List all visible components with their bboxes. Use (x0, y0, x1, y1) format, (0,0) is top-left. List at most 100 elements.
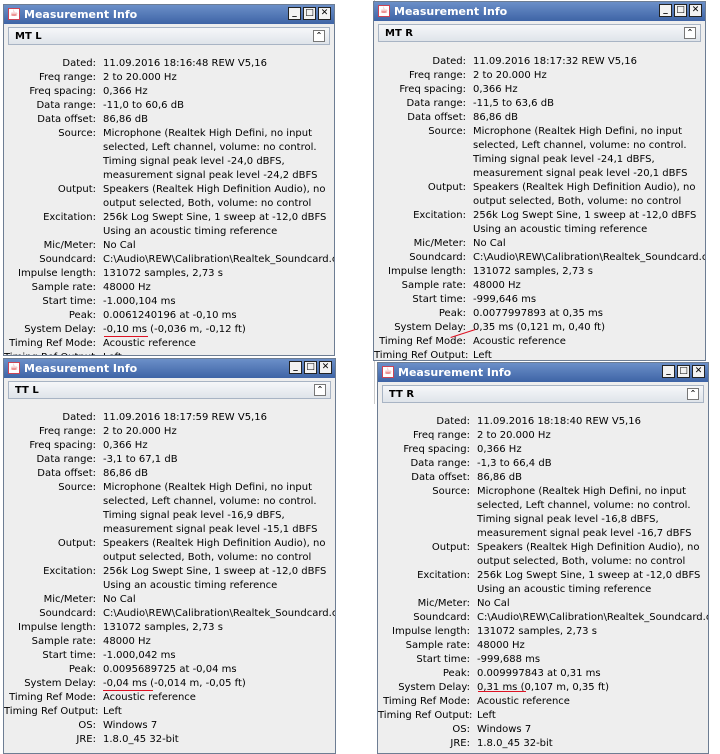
info-label: Peak: (442, 668, 470, 679)
info-row: Freq range: 2 to 20.000 Hz (4, 71, 334, 85)
title-bar[interactable]: ☕ Measurement Info _ □ ✕ (378, 363, 708, 382)
info-row: Impulse length: 131072 samples, 2,73 s (4, 621, 335, 635)
info-value: -11,5 to 63,6 dB (473, 98, 554, 109)
info-value: 256k Log Swept Sine, 1 sweep at -12,0 dB… (103, 566, 327, 591)
info-row: Timing Ref Mode: Acoustic reference (374, 335, 705, 349)
info-label: Output: (57, 538, 96, 549)
info-label: Peak: (68, 310, 96, 321)
info-value: 2 to 20.000 Hz (477, 430, 551, 441)
info-value: 0,31 ms (0,107 m, 0,35 ft) (477, 682, 609, 693)
info-row: Freq spacing: 0,366 Hz (4, 85, 334, 99)
maximize-button[interactable]: □ (677, 365, 690, 378)
info-row: Output: Speakers (Realtek High Definition… (4, 537, 335, 565)
info-value: -11,0 to 60,6 dB (103, 100, 184, 111)
minimize-button[interactable]: _ (662, 365, 675, 378)
info-label: System Delay: (398, 682, 470, 693)
info-value: 0,366 Hz (103, 440, 148, 451)
info-value: 256k Log Swept Sine, 1 sweep at -12,0 dB… (473, 210, 697, 235)
info-row: Impulse length: 131072 samples, 2,73 s (374, 265, 705, 279)
info-value: No Cal (477, 598, 510, 609)
minimize-button[interactable]: _ (659, 4, 672, 17)
info-value: -1.000,042 ms (103, 650, 176, 661)
info-label: Timing Ref Mode: (9, 338, 96, 349)
info-value: 86,86 dB (473, 112, 519, 123)
collapse-icon[interactable]: ⌃ (313, 30, 325, 42)
measurement-name: TT L (15, 385, 39, 396)
info-value: 86,86 dB (477, 472, 523, 483)
info-value: 48000 Hz (103, 636, 151, 647)
info-row: Timing Ref Mode: Acoustic reference (378, 695, 708, 709)
close-button[interactable]: ✕ (692, 365, 705, 378)
info-row: Soundcard: C:\Audio\REW\Calibration\Realt… (378, 611, 708, 625)
info-row: Timing Ref Output: Left (4, 705, 335, 719)
info-row: System Delay: 0,31 ms (0,107 m, 0,35 ft) (378, 681, 708, 695)
info-label: Dated: (62, 412, 96, 423)
info-row: Dated: 11.09.2016 18:18:40 REW V5,16 (378, 415, 708, 429)
info-row: Source: Microphone (Realtek High Defini, … (374, 125, 705, 181)
java-app-icon: ☕ (8, 8, 20, 20)
annotation-underline (104, 336, 148, 337)
measurement-info-window-mt-r: ☕ Measurement Info _ □ ✕ MT R ⌃ Dated: 11… (373, 1, 706, 361)
info-row: OS: Windows 7 (378, 723, 708, 737)
info-row: Output: Speakers (Realtek High Definition… (378, 541, 708, 569)
info-label: System Delay: (24, 324, 96, 335)
info-value: -0,04 ms (-0,014 m, -0,05 ft) (103, 678, 246, 689)
info-label: JRE: (450, 738, 470, 749)
info-label: OS: (78, 720, 96, 731)
info-label: Dated: (432, 56, 466, 67)
info-value: Left (477, 710, 496, 721)
info-label: Start time: (412, 294, 466, 305)
info-label: Sample rate: (31, 282, 96, 293)
info-value: Speakers (Realtek High Definition Audio)… (477, 542, 700, 567)
info-label: Soundcard: (39, 254, 96, 265)
info-label: Freq spacing: (29, 86, 96, 97)
collapse-icon[interactable]: ⌃ (684, 27, 696, 39)
info-label: Soundcard: (413, 612, 470, 623)
info-value: 1.8.0_45 32-bit (103, 734, 179, 745)
minimize-button[interactable]: _ (289, 361, 302, 374)
maximize-button[interactable]: □ (303, 7, 316, 20)
info-row: System Delay: -0,04 ms (-0,014 m, -0,05 f… (4, 677, 335, 691)
info-row: Peak: 0.0077997893 at 0,35 ms (374, 307, 705, 321)
maximize-button[interactable]: □ (304, 361, 317, 374)
info-label: Timing Ref Mode: (9, 692, 96, 703)
info-row: Source: Microphone (Realtek High Defini, … (4, 127, 334, 183)
info-value: 48000 Hz (103, 282, 151, 293)
info-row: Freq range: 2 to 20.000 Hz (4, 425, 335, 439)
close-button[interactable]: ✕ (689, 4, 702, 17)
info-row: Excitation: 256k Log Swept Sine, 1 sweep… (4, 211, 334, 239)
title-bar[interactable]: ☕ Measurement Info _ □ ✕ (4, 5, 334, 24)
info-label: Data range: (410, 458, 470, 469)
info-row: Mic/Meter: No Cal (4, 593, 335, 607)
info-value: 11.09.2016 18:17:59 REW V5,16 (103, 412, 267, 423)
info-value: 2 to 20.000 Hz (103, 72, 177, 83)
info-label: Freq range: (38, 72, 96, 83)
minimize-button[interactable]: _ (288, 7, 301, 20)
title-bar[interactable]: ☕ Measurement Info _ □ ✕ (374, 2, 705, 21)
title-bar[interactable]: ☕ Measurement Info _ □ ✕ (4, 359, 335, 378)
measurement-name: MT L (15, 31, 42, 42)
info-value: -0,10 ms (-0,036 m, -0,12 ft) (103, 324, 246, 335)
info-value: 48000 Hz (477, 640, 525, 651)
java-app-icon: ☕ (382, 366, 394, 378)
info-value: -999,688 ms (477, 654, 541, 665)
info-value: 86,86 dB (103, 468, 149, 479)
collapse-icon[interactable]: ⌃ (314, 384, 326, 396)
maximize-button[interactable]: □ (674, 4, 687, 17)
info-label: Data range: (36, 454, 96, 465)
info-label: Source: (58, 128, 96, 139)
info-label: Freq spacing: (403, 444, 470, 455)
measurement-header: MT L ⌃ (8, 27, 330, 45)
info-label: Sample rate: (405, 640, 470, 651)
info-label: Output: (57, 184, 96, 195)
info-label: Freq spacing: (399, 84, 466, 95)
measurement-header: TT L ⌃ (8, 381, 331, 399)
info-row: Mic/Meter: No Cal (378, 597, 708, 611)
info-label: Timing Ref Output: (4, 706, 99, 717)
collapse-icon[interactable]: ⌃ (687, 388, 699, 400)
close-button[interactable]: ✕ (319, 361, 332, 374)
info-label: Excitation: (417, 570, 470, 581)
info-label: Excitation: (413, 210, 466, 221)
info-label: Peak: (68, 664, 96, 675)
close-button[interactable]: ✕ (318, 7, 331, 20)
